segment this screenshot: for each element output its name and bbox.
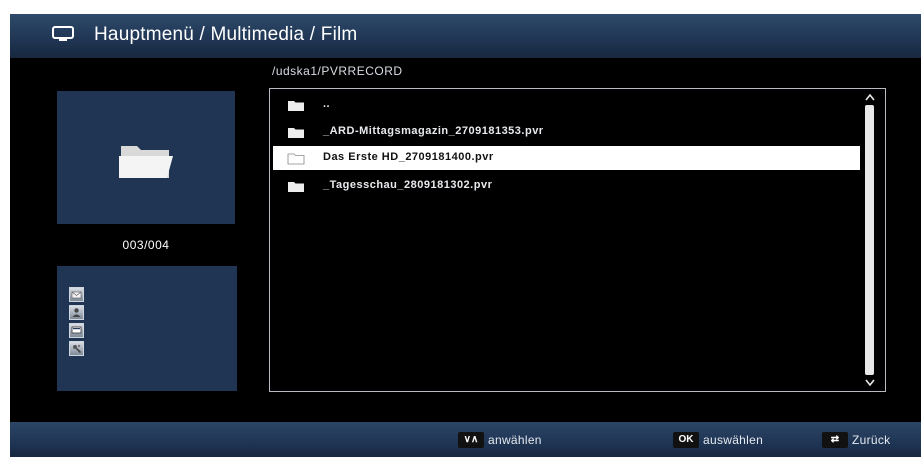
back-key-icon: ⇄ <box>822 432 848 448</box>
file-name: .. <box>323 98 331 110</box>
person-icon <box>69 305 84 320</box>
current-path: /udska1/PVRRECORD <box>272 64 403 78</box>
folder-icon <box>288 182 304 192</box>
scrollbar[interactable] <box>863 93 877 387</box>
display-icon <box>69 323 84 338</box>
file-row[interactable]: _ARD-Mittagsmagazin_2709181353.pvr <box>273 120 860 144</box>
back-hint: Zurück <box>852 433 891 447</box>
page-title: Hauptmenü / Multimedia / Film <box>94 24 358 45</box>
envelope-icon <box>69 287 84 302</box>
file-name: _ARD-Mittagsmagazin_2709181353.pvr <box>323 125 544 137</box>
preview-panel <box>57 91 235 224</box>
select-key-icon: ∨∧ <box>458 432 484 448</box>
ok-key-icon: OK <box>673 432 699 448</box>
folder-icon <box>288 128 304 138</box>
file-name: Das Erste HD_2709181400.pvr <box>323 151 494 163</box>
folder-icon <box>119 146 173 178</box>
tv-icon <box>52 26 74 41</box>
folder-icon <box>287 153 305 165</box>
file-row-parent[interactable]: .. <box>273 93 860 117</box>
file-row-selected[interactable]: Das Erste HD_2709181400.pvr <box>273 146 860 170</box>
file-counter: 003/004 <box>122 238 170 252</box>
ok-hint: auswählen <box>703 433 764 447</box>
footer-bar: ∨∧ anwählen OK auswählen ⇄ Zurück <box>10 422 921 457</box>
file-row[interactable]: _Tagesschau_2809181302.pvr <box>273 174 860 198</box>
tools-icon <box>69 341 84 356</box>
file-name: _Tagesschau_2809181302.pvr <box>323 179 493 191</box>
folder-icon <box>288 101 304 111</box>
media-browser-screen: Hauptmenü / Multimedia / Film /udska1/PV… <box>10 14 921 457</box>
select-hint: anwählen <box>488 433 542 447</box>
chevron-down-icon[interactable] <box>865 379 875 387</box>
header-bar: Hauptmenü / Multimedia / Film <box>10 14 921 58</box>
info-panel <box>57 266 237 391</box>
chevron-up-icon[interactable] <box>865 93 875 101</box>
file-list[interactable]: .. _ARD-Mittagsmagazin_2709181353.pvr Da… <box>269 88 886 392</box>
scroll-thumb[interactable] <box>865 105 874 375</box>
